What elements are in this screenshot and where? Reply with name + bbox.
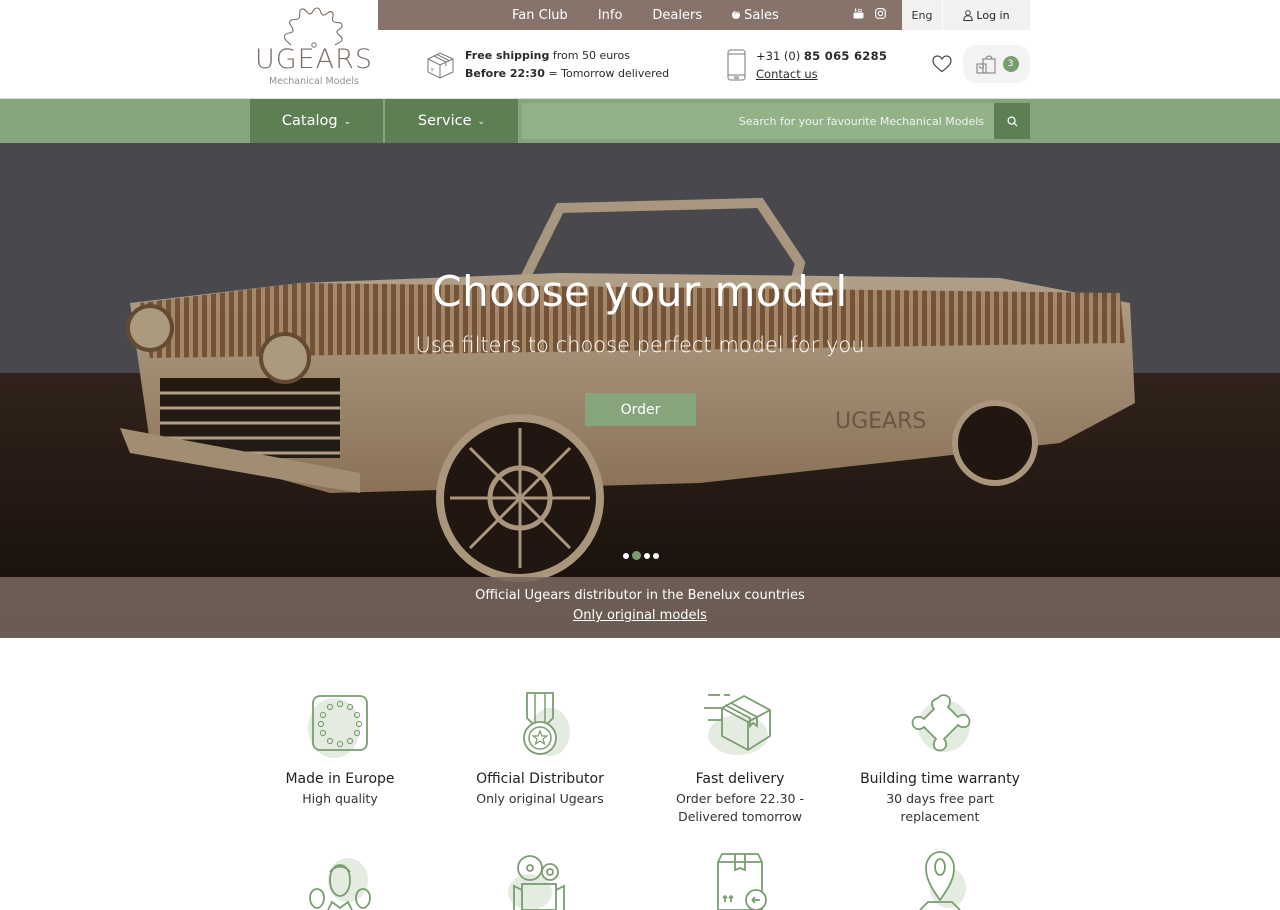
feature-team bbox=[240, 850, 440, 910]
wishlist-button[interactable] bbox=[932, 55, 952, 75]
chevron-down-icon: ⌄ bbox=[477, 117, 486, 127]
search-input[interactable] bbox=[522, 103, 994, 139]
distributor-text: Official Ugears distributor in the Benel… bbox=[475, 588, 805, 603]
feature-title: Building time warranty bbox=[860, 771, 1020, 787]
shipping-info: Free shipping from 50 euros Before 22:30… bbox=[426, 47, 669, 83]
gear-logo-icon bbox=[283, 7, 343, 48]
puzzle-piece-icon bbox=[911, 694, 971, 752]
top-link-sales[interactable]: Sales bbox=[732, 7, 779, 23]
shopping-bags-icon bbox=[976, 55, 995, 74]
top-nav: Fan Club Info Dealers Sales bbox=[512, 7, 809, 23]
slider-dots bbox=[623, 551, 659, 560]
top-link-sales-label: Sales bbox=[744, 7, 779, 23]
original-models-link[interactable]: Only original models bbox=[573, 608, 707, 623]
feature-title: Official Distributor bbox=[476, 771, 604, 787]
hero-banner: UGEARS Choose your model Use filters to … bbox=[0, 143, 1280, 638]
login-label: Log in bbox=[976, 8, 1010, 22]
language-selector[interactable]: Eng bbox=[902, 0, 942, 30]
top-link-fan-club[interactable]: Fan Club bbox=[512, 8, 568, 23]
shipping-box-icon bbox=[427, 51, 454, 79]
feature-building-warranty: Building time warranty 30 days free part… bbox=[840, 690, 1040, 826]
social-links bbox=[852, 7, 886, 19]
feature-returns bbox=[640, 850, 840, 910]
brand-name: UGEARS bbox=[254, 44, 374, 75]
cart-button[interactable]: 3 bbox=[963, 45, 1030, 83]
site-header: UGEARS Mechanical Models Fan Club Info D… bbox=[0, 0, 1280, 98]
top-link-info[interactable]: Info bbox=[598, 8, 623, 23]
top-link-dealers[interactable]: Dealers bbox=[652, 8, 702, 23]
distributor-strip: Official Ugears distributor in the Benel… bbox=[0, 577, 1280, 638]
chevron-down-icon: ⌄ bbox=[343, 117, 352, 127]
slide-dot[interactable] bbox=[623, 552, 629, 559]
service-label: Service bbox=[417, 113, 472, 129]
feature-desc: Order before 22.30 - Delivered tomorrow bbox=[676, 791, 804, 824]
feature-title: Made in Europe bbox=[285, 771, 395, 787]
phone-icon bbox=[727, 49, 746, 81]
heart-icon bbox=[932, 55, 952, 73]
user-icon bbox=[963, 9, 974, 21]
feature-official-distributor: Official Distributor Only original Ugear… bbox=[440, 690, 640, 826]
top-bar: Fan Club Info Dealers Sales bbox=[378, 0, 902, 30]
feature-title: Fast delivery bbox=[695, 771, 785, 787]
instagram-icon[interactable] bbox=[874, 7, 886, 19]
eu-stars-icon bbox=[308, 695, 368, 758]
brand-tagline: Mechanical Models bbox=[269, 76, 359, 87]
film-camera-icon bbox=[508, 855, 565, 910]
sale-badge-icon bbox=[732, 7, 741, 19]
contact-us-link[interactable]: Contact us bbox=[756, 67, 818, 81]
return-box-icon bbox=[717, 853, 767, 910]
main-nav: Catalog ⌄ Service ⌄ bbox=[0, 98, 1280, 143]
hero-subtitle: Use filters to choose perfect model for … bbox=[415, 333, 865, 357]
feature-desc: 30 days free part replacement bbox=[886, 791, 994, 824]
cart-count-badge: 3 bbox=[1002, 56, 1019, 72]
fast-delivery-box-icon bbox=[704, 694, 771, 755]
search-button[interactable] bbox=[994, 103, 1030, 139]
slide-dot[interactable] bbox=[653, 552, 659, 559]
people-group-icon bbox=[309, 858, 371, 910]
shipping-line-1: Free shipping from 50 euros bbox=[465, 49, 630, 62]
slide-dot-active[interactable] bbox=[632, 551, 641, 560]
order-button[interactable]: Order bbox=[585, 393, 696, 426]
search-icon bbox=[1006, 115, 1017, 126]
contact-info: +31 (0) 85 065 6285 Contact us bbox=[727, 47, 887, 83]
feature-fast-delivery: Fast delivery Order before 22.30 - Deliv… bbox=[640, 690, 840, 826]
service-menu-button[interactable]: Service ⌄ bbox=[385, 99, 518, 143]
feature-location bbox=[840, 850, 1040, 910]
phone-number[interactable]: +31 (0) 85 065 6285 bbox=[756, 47, 887, 65]
feature-desc: High quality bbox=[302, 791, 378, 806]
hero-overlay bbox=[0, 143, 1280, 638]
hero-title: Choose your model bbox=[432, 267, 848, 316]
feature-video bbox=[440, 850, 640, 910]
youtube-icon[interactable] bbox=[852, 7, 864, 19]
features-row: Made in Europe High quality Official Dis… bbox=[240, 690, 1040, 826]
medal-icon bbox=[523, 692, 570, 756]
login-button[interactable]: Log in bbox=[943, 0, 1030, 30]
catalog-menu-button[interactable]: Catalog ⌄ bbox=[250, 99, 383, 143]
feature-made-in-europe: Made in Europe High quality bbox=[240, 690, 440, 826]
brand-logo[interactable]: UGEARS Mechanical Models bbox=[250, 0, 378, 98]
shipping-line-2: Before 22:30 = Tomorrow delivered bbox=[465, 67, 670, 80]
catalog-label: Catalog bbox=[281, 113, 338, 129]
features-row-2 bbox=[240, 850, 1040, 910]
feature-desc: Only original Ugears bbox=[476, 791, 604, 806]
map-pin-icon bbox=[919, 851, 966, 910]
slide-dot[interactable] bbox=[644, 552, 650, 559]
